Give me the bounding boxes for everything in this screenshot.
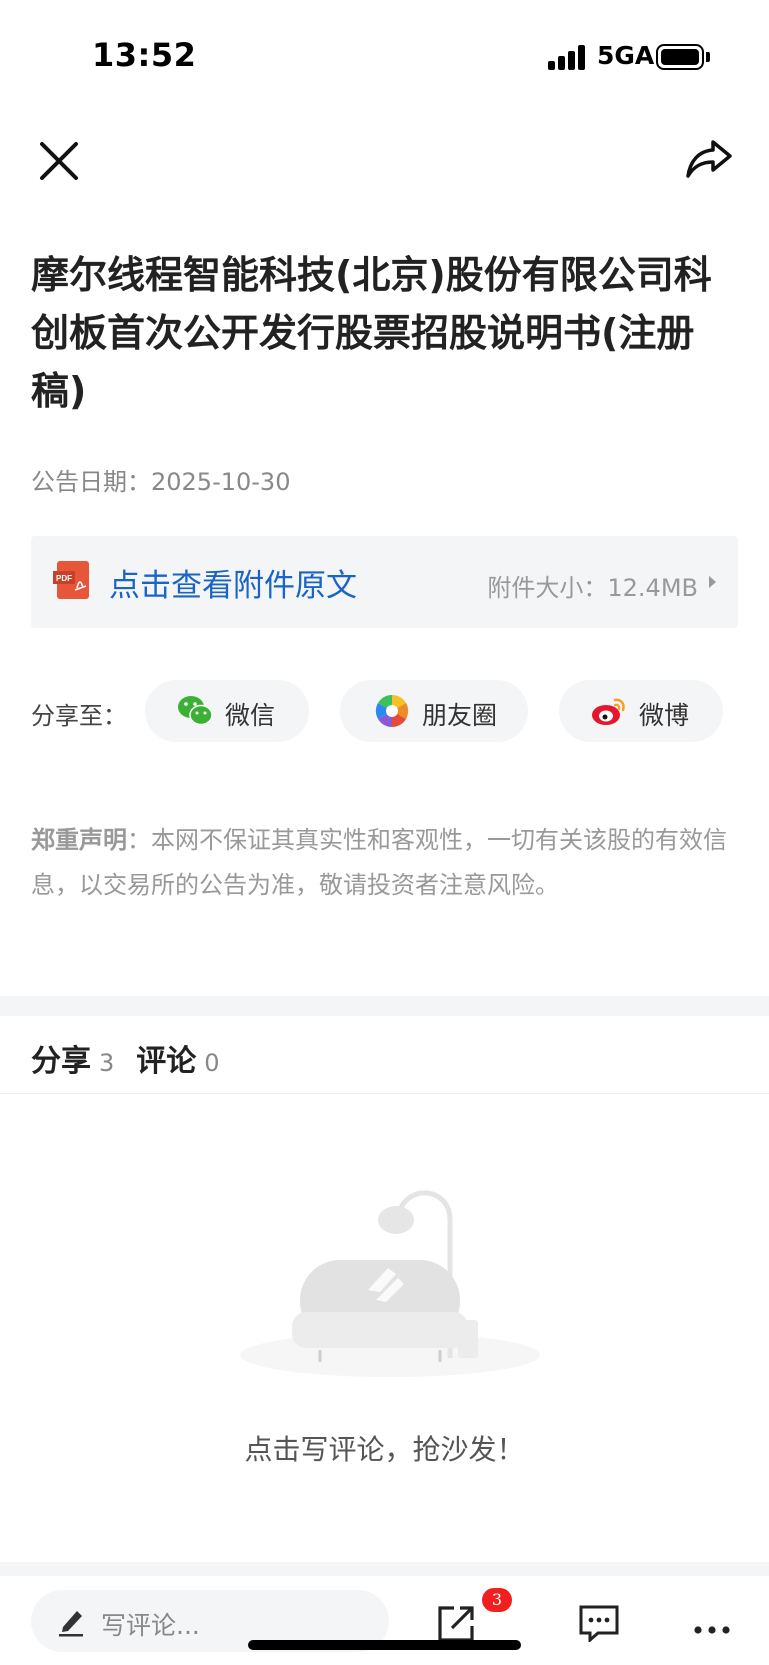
svg-text:PDF: PDF [56,574,72,583]
share-label: 分享至： [31,702,127,730]
comment-placeholder: 写评论... [101,1611,200,1640]
share-weibo-button[interactable]: 微博 [559,680,723,742]
battery-cap [706,52,710,62]
attachment-link-text[interactable]: 点击查看附件原文 [109,560,357,605]
bottom-divider [0,1562,769,1576]
announcement-date: 公告日期：2025-10-30 [31,468,291,496]
share-wechat-label: 微信 [225,701,276,730]
bottom-bar: 写评论... 3 [0,1576,769,1665]
network-type: 5GA [597,41,655,70]
share-count-badge: 3 [482,1588,512,1612]
wechat-icon [178,696,213,726]
disclaimer-heading: 郑重声明 [31,826,127,854]
share-weibo-label: 微博 [639,701,690,730]
share-button[interactable] [684,134,736,184]
tabs: 分享 3 评论 0 [31,1036,242,1079]
section-divider [0,996,769,1016]
share-out-icon [438,1606,474,1642]
close-button[interactable] [34,136,84,186]
moments-icon [375,694,409,728]
tab-comments[interactable]: 评论 0 [136,1044,241,1079]
status-bar: 13:52 5GA [0,0,769,110]
chevron-right-icon [709,576,716,588]
status-time: 13:52 [92,36,197,74]
pen-icon [59,1611,83,1637]
attachment-size: 附件大小：12.4MB [487,574,698,602]
disclaimer: 郑重声明：本网不保证其真实性和客观性，一切有关该股的有效信息，以交易所的公告为准… [31,818,736,908]
weibo-icon [592,698,625,725]
tab-share-count: 3 [99,1049,115,1077]
close-icon [40,142,78,180]
page-title: 摩尔线程智能科技(北京)股份有限公司科创板首次公开发行股票招股说明书(注册稿) [31,253,712,413]
share-wechat-button[interactable]: 微信 [145,680,309,742]
tab-share[interactable]: 分享 3 [31,1044,136,1079]
more-dots-icon [694,1626,730,1634]
bottom-comment-button[interactable] [578,1604,620,1644]
tab-share-label: 分享 [31,1044,91,1079]
more-button[interactable] [694,1620,730,1634]
share-moments-label: 朋友圈 [422,701,498,730]
signal-icon [548,44,588,70]
disclaimer-body: ：本网不保证其真实性和客观性，一切有关该股的有效信息，以交易所的公告为准，敬请投… [31,826,727,899]
tab-comments-label: 评论 [136,1044,197,1079]
comment-bubble-icon [579,1605,619,1644]
home-indicator [248,1640,521,1650]
empty-sofa-illustration [240,1190,540,1377]
attachment-link-row[interactable]: PDF 点击查看附件原文 附件大小：12.4MB [31,536,738,628]
bottom-share-button[interactable] [436,1604,476,1644]
tabs-divider [0,1093,769,1094]
empty-state-prompt[interactable]: 点击写评论，抢沙发！ [0,1428,769,1468]
share-forward-icon [686,140,732,178]
share-moments-button[interactable]: 朋友圈 [340,680,528,742]
share-row: 分享至： 微信 朋友圈 微博 [0,678,769,742]
pdf-icon: PDF [53,561,89,599]
battery-icon [656,44,704,70]
tab-comments-count: 0 [204,1049,220,1077]
